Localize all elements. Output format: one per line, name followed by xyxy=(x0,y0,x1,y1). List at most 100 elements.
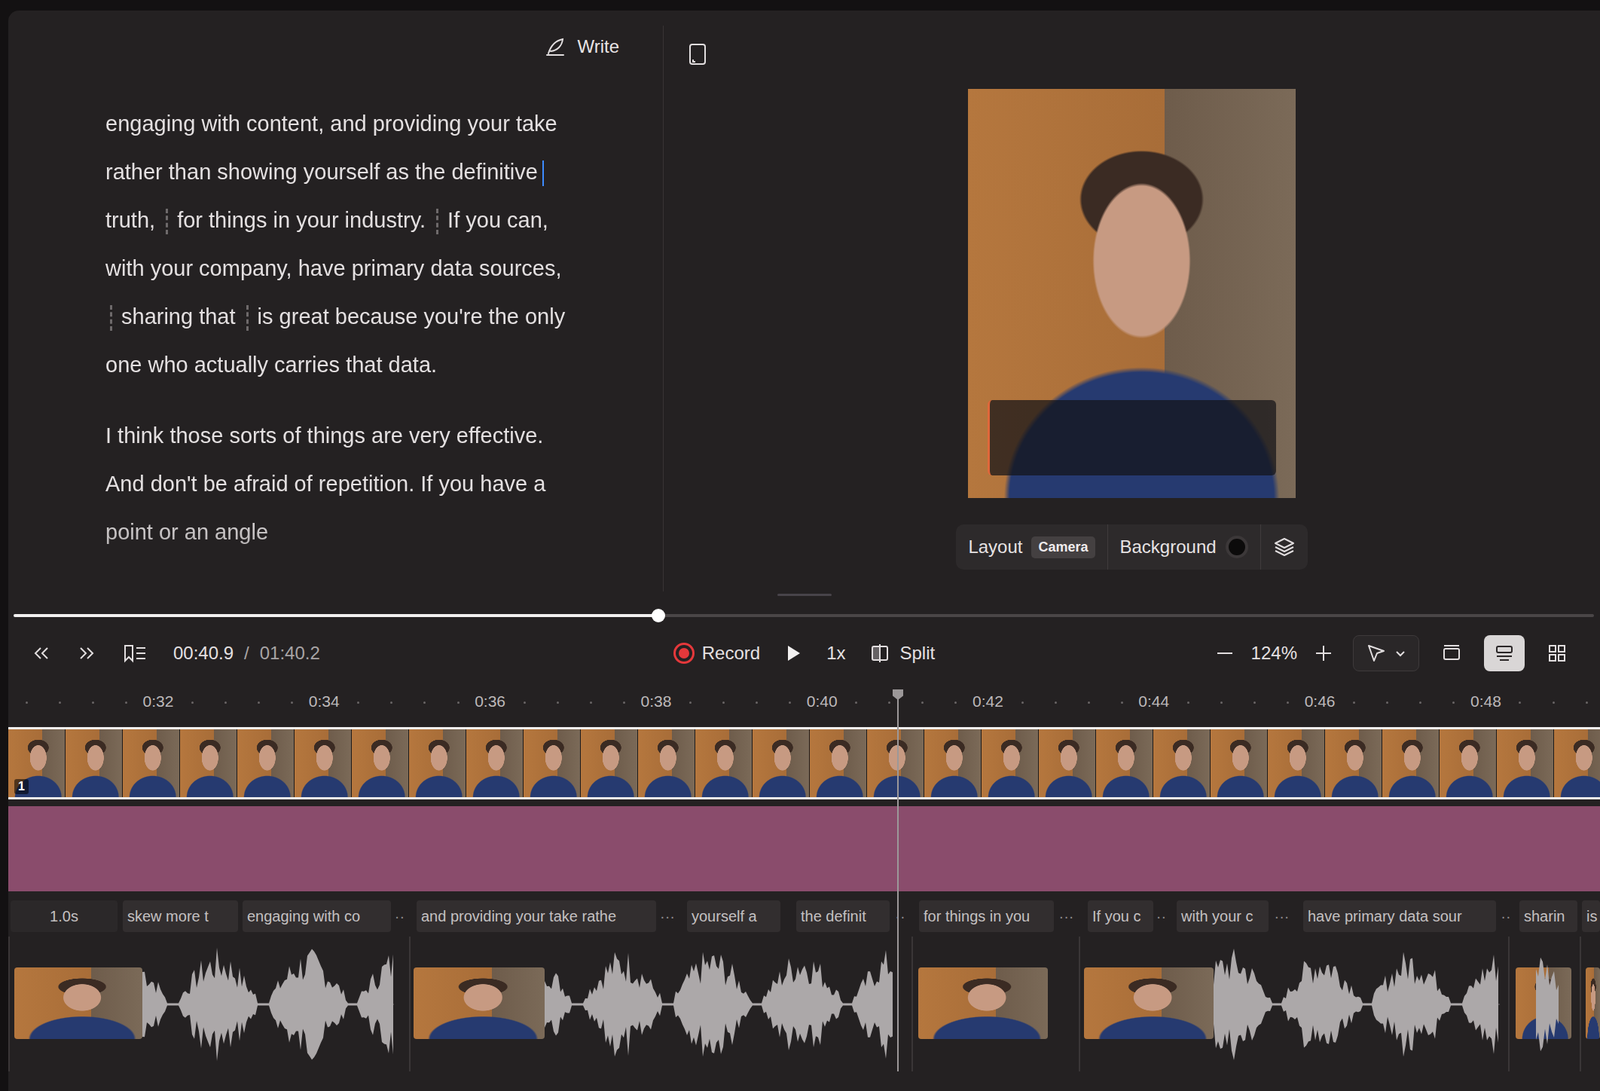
video-track[interactable]: 1 xyxy=(8,726,1600,800)
ruler-dot xyxy=(888,701,891,704)
video-thumbnail xyxy=(1554,729,1600,797)
editor-window: Write engaging with content, and providi… xyxy=(8,10,1600,1091)
caption-chip[interactable]: engaging with co xyxy=(242,900,391,932)
caption-text: skew more t xyxy=(127,907,209,926)
video-preview xyxy=(967,88,1296,498)
zoom-level: 124% xyxy=(1251,642,1298,664)
ruler-dot xyxy=(224,701,227,704)
scrub-track[interactable] xyxy=(13,613,1594,617)
resize-handle[interactable] xyxy=(777,593,832,596)
video-thumbnail xyxy=(638,729,696,797)
caption-chip[interactable]: yourself a xyxy=(687,900,781,932)
caption-chip[interactable]: the definit xyxy=(796,900,890,932)
video-thumbnail xyxy=(1153,729,1211,797)
caption-chip[interactable]: skew more t xyxy=(122,900,239,932)
ruler-dot xyxy=(556,701,559,704)
split-marker[interactable] xyxy=(246,305,249,331)
script-paragraph[interactable]: engaging with content, and providing you… xyxy=(105,99,569,389)
caption-text: and providing your take rathe xyxy=(421,907,617,926)
play-icon[interactable] xyxy=(784,643,803,663)
phone-icon[interactable] xyxy=(688,42,707,66)
caption-chip[interactable]: 1.0s xyxy=(10,900,118,932)
transport-center: Record 1x Split xyxy=(673,642,935,664)
caption-text: ·· xyxy=(394,907,405,926)
view-mode-button[interactable] xyxy=(1483,635,1525,672)
ruler-dot xyxy=(1021,701,1024,704)
caption-chip[interactable]: and providing your take rathe xyxy=(416,900,657,932)
ruler-label: 0:32 xyxy=(131,692,185,711)
waveform xyxy=(142,943,394,1068)
tool-dropdown[interactable] xyxy=(1352,635,1420,672)
caption-chip[interactable]: sharin xyxy=(1519,900,1578,932)
caption-text: the definit xyxy=(800,907,867,926)
script-text-run[interactable]: I think those sorts of things are very e… xyxy=(105,423,546,544)
caption-text: ··· xyxy=(659,907,675,926)
layout-value: Camera xyxy=(1031,536,1095,559)
zoom-in-icon[interactable] xyxy=(1313,643,1334,663)
record-label: Record xyxy=(702,642,761,664)
video-thumbnail xyxy=(752,729,810,797)
bookmark-list-icon[interactable] xyxy=(122,642,148,664)
background-swatch xyxy=(1225,535,1249,559)
split-marker[interactable] xyxy=(436,208,439,235)
view-mode-button[interactable] xyxy=(1536,635,1578,672)
caption-chip[interactable]: ·· xyxy=(393,900,407,932)
scrub-knob[interactable] xyxy=(651,608,666,623)
caption-chip[interactable]: for things in you xyxy=(919,900,1054,932)
zoom-out-icon[interactable] xyxy=(1215,643,1235,663)
script-text-run[interactable]: engaging with content, and providing you… xyxy=(105,111,558,184)
ruler-dot xyxy=(1054,701,1057,704)
caption-chip[interactable]: with your c xyxy=(1176,900,1269,932)
speed-button[interactable]: 1x xyxy=(826,642,846,664)
write-button[interactable]: Write xyxy=(537,30,626,63)
time-ruler[interactable]: 0:320:340:360:380:400:420:440:460:48 xyxy=(8,689,1600,716)
time-separator: / xyxy=(244,642,250,664)
layers-button[interactable] xyxy=(1261,524,1308,570)
split-marker[interactable] xyxy=(165,208,168,235)
preview-toolbar xyxy=(663,25,1600,83)
caption-text: have primary data sour xyxy=(1307,907,1463,926)
view-mode-button[interactable] xyxy=(1431,635,1472,672)
caption-chip[interactable]: ··· xyxy=(1056,900,1077,932)
background-button[interactable]: Background xyxy=(1108,524,1261,570)
caption-chip[interactable]: If you c xyxy=(1087,900,1154,932)
script-paragraph[interactable]: I think those sorts of things are very e… xyxy=(105,411,569,556)
record-button[interactable]: Record xyxy=(673,642,761,664)
playhead[interactable] xyxy=(897,689,899,1072)
script-panel: Write engaging with content, and providi… xyxy=(8,10,663,592)
layout-button[interactable]: LayoutCamera xyxy=(955,524,1107,570)
ruler-label: 0:40 xyxy=(795,692,849,711)
script-text-run[interactable]: truth, xyxy=(105,207,162,233)
script-text-run[interactable]: sharing that xyxy=(121,304,242,329)
caption-chip[interactable]: ·· xyxy=(891,900,909,932)
video-thumbnail xyxy=(65,729,123,797)
ruler-dot xyxy=(290,701,294,704)
split-icon xyxy=(870,642,893,664)
audio-track[interactable] xyxy=(8,936,1600,1072)
script-text-run[interactable]: for things in your industry. xyxy=(177,207,432,233)
ruler-dot xyxy=(1452,701,1455,704)
caption-text: ··· xyxy=(1274,907,1290,926)
ruler-dot xyxy=(689,701,692,704)
split-marker[interactable] xyxy=(109,305,113,331)
script-text[interactable]: engaging with content, and providing you… xyxy=(8,82,663,592)
caption-chip[interactable]: ··· xyxy=(658,900,677,932)
caption-chip[interactable]: ·· xyxy=(1154,900,1169,932)
forward-icon[interactable] xyxy=(76,644,97,663)
caption-chip[interactable]: ··· xyxy=(1271,900,1292,932)
layer-track[interactable] xyxy=(8,806,1600,892)
ruler-dot xyxy=(589,701,593,704)
rewind-icon[interactable] xyxy=(31,644,52,663)
caption-chip[interactable]: ·· xyxy=(1498,900,1514,932)
caption-chip[interactable]: have primary data sour xyxy=(1303,900,1497,932)
waveform xyxy=(1535,943,1559,1068)
ruler-dot xyxy=(523,701,526,704)
ruler-dot xyxy=(91,701,95,704)
single-view-icon xyxy=(1441,642,1463,664)
split-button[interactable]: Split xyxy=(870,642,936,664)
caption-chip[interactable]: is xyxy=(1581,900,1600,932)
ruler-dot xyxy=(755,701,758,704)
video-thumbnail xyxy=(351,729,410,797)
layers-icon xyxy=(1273,535,1296,559)
audio-thumbnail xyxy=(918,967,1048,1039)
